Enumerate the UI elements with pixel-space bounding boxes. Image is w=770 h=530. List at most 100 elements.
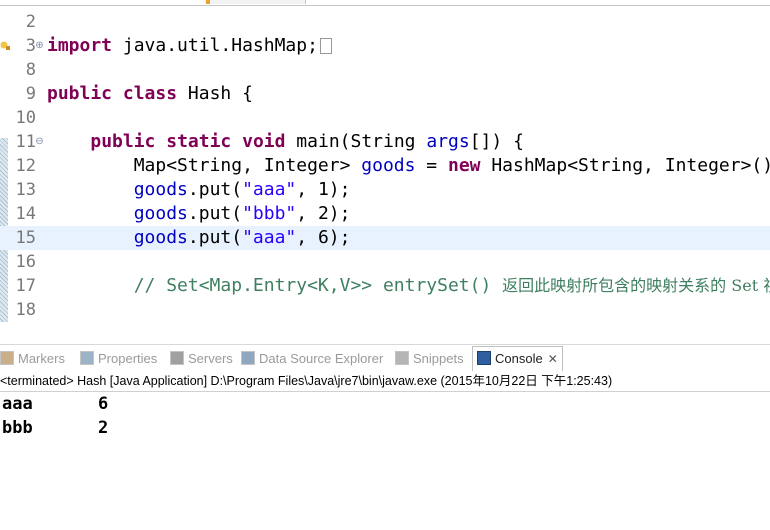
line-number: 12 <box>15 156 36 176</box>
code-line[interactable]: 18 <box>0 298 770 322</box>
code-line[interactable]: 11 ⊖ public static void main(String args[… <box>0 130 770 154</box>
code-text: // Set<Map.Entry<K,V>> entrySet() 返回此映射所… <box>47 274 770 298</box>
properties-icon <box>80 351 94 365</box>
snippets-icon <box>395 351 409 365</box>
expand-icon[interactable]: ⊕ <box>35 41 44 51</box>
tab-snippets[interactable]: Snippets <box>395 349 464 369</box>
code-token: Hash { <box>177 83 253 104</box>
line-number: 8 <box>25 60 36 80</box>
output-value: 2 <box>98 418 109 438</box>
code-token: .put( <box>187 203 243 224</box>
code-token: HashMap<String, Integer>(); <box>480 155 770 176</box>
code-token: "bbb" <box>242 203 297 224</box>
line-number: 16 <box>15 252 36 272</box>
line-number: 17 <box>15 276 36 296</box>
code-token: Map<String, Integer> <box>47 155 362 176</box>
line-number: 18 <box>15 300 36 320</box>
code-token: goods <box>361 155 416 176</box>
data-source-icon <box>241 351 255 365</box>
code-token: void <box>242 131 286 152</box>
code-text: goods.put("aaa", 6); <box>47 226 351 250</box>
line-number: 9 <box>25 84 36 104</box>
collapsed-imports-icon[interactable] <box>319 38 332 54</box>
code-line[interactable]: 13 goods.put("aaa", 1); <box>0 178 770 202</box>
tab-markers[interactable]: Markers <box>0 349 65 369</box>
output-key: aaa <box>2 394 33 414</box>
line-number: 11 <box>15 132 36 152</box>
output-key: bbb <box>2 418 33 438</box>
code-line[interactable]: 16 <box>0 250 770 274</box>
code-line[interactable]: 2 <box>0 10 770 34</box>
code-token: , 6); <box>296 227 351 248</box>
code-line[interactable]: 8 <box>0 58 770 82</box>
code-token: public <box>90 131 156 152</box>
code-editor[interactable]: 2 3 ⊕ import java.util.HashMap; 8 9 public cla… <box>0 0 770 322</box>
code-token: main(String <box>285 131 427 152</box>
tab-label: Console <box>495 351 543 366</box>
tab-label: Servers <box>188 351 233 366</box>
code-text: import java.util.HashMap; <box>47 34 332 58</box>
tab-properties[interactable]: Properties <box>80 349 157 369</box>
code-token: class <box>122 83 178 104</box>
code-token: 返回此映射所包含的映射关系的 Set 视图 <box>502 276 770 295</box>
code-token: public <box>47 83 113 104</box>
tab-servers[interactable]: Servers <box>170 349 233 369</box>
tab-data-source-explorer[interactable]: Data Source Explorer <box>241 349 383 369</box>
warning-icon[interactable] <box>0 40 10 50</box>
line-number: 3 <box>25 36 36 56</box>
line-number: 13 <box>15 180 36 200</box>
code-token: "aaa" <box>242 227 297 248</box>
code-text: public static void main(String args[]) { <box>47 130 524 154</box>
code-line[interactable]: 15 goods.put("aaa", 6); <box>0 226 770 250</box>
code-token: []) { <box>469 131 524 152</box>
close-icon[interactable]: ✕ <box>548 352 558 366</box>
tab-accent <box>206 0 210 4</box>
code-text: Map<String, Integer> goods = new HashMap… <box>47 154 770 178</box>
code-token: // Set<Map.Entry<K,V>> entrySet() <box>133 275 503 296</box>
code-text: goods.put("aaa", 1); <box>47 178 351 202</box>
editor-tab-active[interactable] <box>205 0 306 4</box>
tab-console[interactable]: Console ✕ <box>472 346 563 371</box>
code-token: "aaa" <box>242 179 297 200</box>
code-token: java.util.HashMap; <box>112 35 318 56</box>
code-line[interactable]: 12 Map<String, Integer> goods = new Hash… <box>0 154 770 178</box>
editor-tab-strip <box>0 0 770 6</box>
line-number: 2 <box>25 12 36 32</box>
code-token: static <box>166 131 232 152</box>
code-token: , 1); <box>296 179 351 200</box>
console-icon <box>477 351 491 365</box>
collapse-icon[interactable]: ⊖ <box>35 137 44 147</box>
console-status: <terminated> Hash [Java Application] D:\… <box>0 371 770 392</box>
code-line[interactable]: 17 // Set<Map.Entry<K,V>> entrySet() 返回此… <box>0 274 770 298</box>
view-tab-bar: Markers Properties Servers Data Source Expl… <box>0 344 770 371</box>
code-line[interactable]: 14 goods.put("bbb", 2); <box>0 202 770 226</box>
code-token: goods <box>133 227 188 248</box>
code-text: public class Hash { <box>47 82 253 106</box>
code-token: .put( <box>187 227 243 248</box>
tab-label: Markers <box>18 351 65 366</box>
markers-icon <box>0 351 14 365</box>
line-number: 15 <box>15 228 36 248</box>
code-token: import <box>47 35 113 56</box>
code-token: .put( <box>187 179 243 200</box>
tab-label: Data Source Explorer <box>259 351 384 366</box>
servers-icon <box>170 351 184 365</box>
code-token: goods <box>133 179 188 200</box>
tab-divider <box>0 5 770 6</box>
console-output[interactable]: aaa 6 bbb 2 <box>2 392 108 440</box>
console-output-row: aaa 6 <box>2 392 108 416</box>
code-token: goods <box>133 203 188 224</box>
code-token: args <box>426 131 470 152</box>
code-line[interactable]: 10 <box>0 106 770 130</box>
line-number: 14 <box>15 204 36 224</box>
code-line[interactable]: 9 public class Hash { <box>0 82 770 106</box>
code-line[interactable]: 3 ⊕ import java.util.HashMap; <box>0 34 770 58</box>
